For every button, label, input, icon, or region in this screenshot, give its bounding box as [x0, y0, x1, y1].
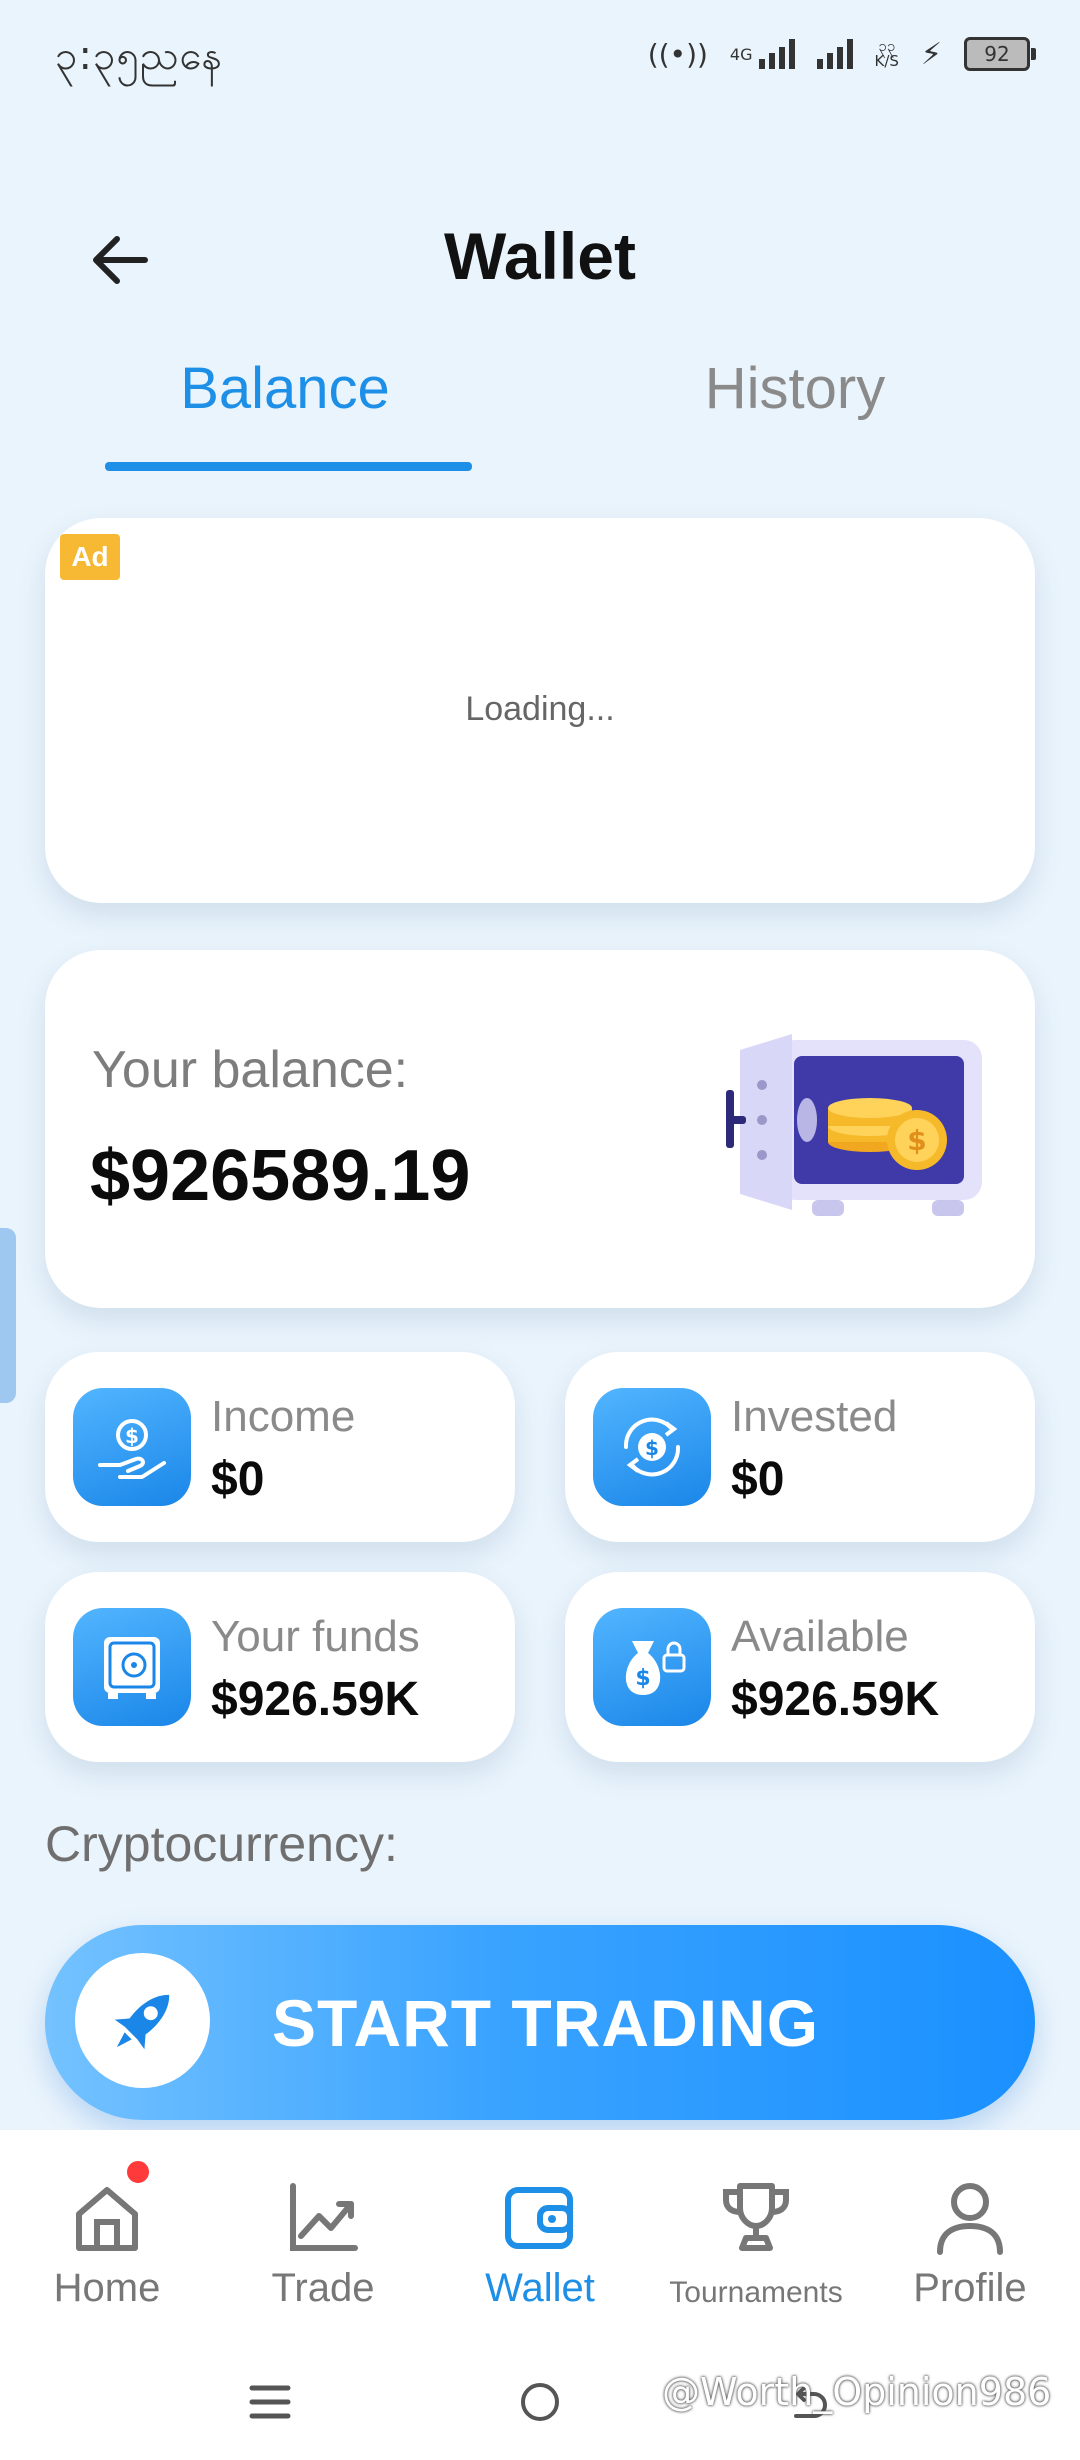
- stat-value: $926.59K: [731, 1673, 940, 1726]
- svg-text:$: $: [907, 1124, 926, 1157]
- nav-item-trade[interactable]: Trade: [233, 2178, 413, 2311]
- balance-label: Your balance:: [92, 1041, 409, 1099]
- tab-active-indicator: [105, 462, 472, 471]
- stat-value: $0: [211, 1453, 265, 1506]
- net-speed: ၃၃ K/S: [874, 37, 899, 70]
- ad-loading-text: Loading...: [465, 690, 615, 728]
- nav-label-tournaments: Tournaments: [669, 2276, 843, 2309]
- rocket-icon: [114, 1994, 169, 2049]
- page-title: Wallet: [444, 219, 636, 293]
- nav-label-home: Home: [53, 2266, 161, 2310]
- user-icon: [937, 2183, 1003, 2255]
- svg-text:$: $: [635, 1666, 650, 1691]
- nav-label-wallet: Wallet: [485, 2266, 595, 2310]
- stat-card-funds: Your funds $926.59K: [45, 1572, 515, 1762]
- status-icons: ((•)) 4G ၃၃ K/S ⚡ 92: [647, 30, 1036, 78]
- stat-label: Invested: [731, 1392, 898, 1441]
- svg-text:$: $: [125, 1424, 139, 1448]
- coin-cycle-icon: $: [593, 1388, 711, 1506]
- signal-icon-2: [816, 39, 853, 69]
- balance-value: $926589.19: [90, 1136, 471, 1216]
- edge-panel-handle[interactable]: [0, 1228, 16, 1403]
- charging-icon: ⚡: [920, 36, 942, 72]
- stat-label: Available: [731, 1612, 909, 1661]
- status-time: ၃:၃၅ညနေ: [55, 33, 224, 79]
- recent-apps-icon[interactable]: [248, 2380, 292, 2424]
- rocket-icon-container: [75, 1953, 210, 2088]
- stat-card-income: $ Income $0: [45, 1352, 515, 1542]
- nav-item-tournaments[interactable]: Tournaments: [666, 2178, 846, 2310]
- wallet-icon: [505, 2187, 573, 2249]
- stat-label: Your funds: [211, 1612, 420, 1661]
- home-circle-icon[interactable]: [518, 2380, 562, 2424]
- start-trading-label: START TRADING: [272, 1986, 820, 2060]
- nav-item-wallet[interactable]: Wallet: [450, 2178, 630, 2311]
- stat-value: $0: [731, 1453, 785, 1506]
- stat-card-available: $ Available $926.59K: [565, 1572, 1035, 1762]
- tab-balance[interactable]: Balance: [105, 355, 465, 422]
- ad-badge: Ad: [60, 534, 120, 580]
- stat-card-invested: $ Invested $0: [565, 1352, 1035, 1542]
- stat-value: $926.59K: [211, 1673, 420, 1726]
- safe-illustration-icon: $: [726, 1034, 982, 1216]
- battery-indicator: 92: [964, 37, 1036, 71]
- hand-coin-icon: $: [73, 1388, 191, 1506]
- signal-icon: [758, 39, 795, 69]
- nav-item-home[interactable]: Home: [17, 2178, 197, 2311]
- trophy-icon: [723, 2183, 789, 2251]
- watermark: @Worth_Opinion986: [662, 2370, 1052, 2414]
- nav-label-profile: Profile: [913, 2266, 1027, 2310]
- cryptocurrency-heading: Cryptocurrency:: [45, 1816, 398, 1872]
- tab-history[interactable]: History: [615, 355, 975, 422]
- safe-icon: [73, 1608, 191, 1726]
- money-bag-lock-icon: $: [593, 1608, 711, 1726]
- nav-item-profile[interactable]: Profile: [880, 2178, 1060, 2311]
- notification-dot: [124, 2158, 152, 2186]
- stat-label: Income: [211, 1392, 356, 1441]
- svg-text:$: $: [645, 1436, 659, 1460]
- network-type: 4G: [729, 44, 753, 64]
- hotspot-icon: ((•)): [647, 37, 708, 71]
- chart-line-icon: [290, 2183, 358, 2251]
- home-icon: [76, 2187, 138, 2251]
- nav-label-trade: Trade: [271, 2266, 375, 2310]
